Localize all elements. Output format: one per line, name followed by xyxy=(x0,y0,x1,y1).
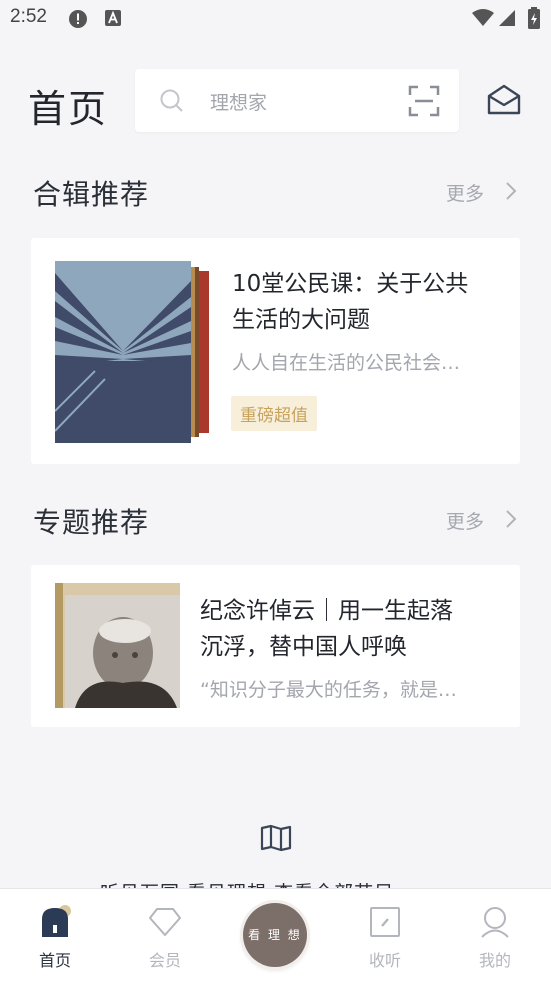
scan-icon[interactable] xyxy=(408,85,440,121)
center-play-button[interactable]: 看 理 想 xyxy=(243,903,307,967)
tab-home-label: 首页 xyxy=(38,951,71,970)
tab-home[interactable]: 首页 xyxy=(15,889,95,982)
battery-icon xyxy=(527,7,541,33)
search-input[interactable]: 理想家 xyxy=(210,88,267,115)
profile-icon xyxy=(480,906,510,942)
tab-listen[interactable]: 收听 xyxy=(345,889,425,982)
page-title: 首页 xyxy=(28,87,109,131)
topic-section-title: 专题推荐 xyxy=(33,506,150,539)
chevron-right-icon[interactable] xyxy=(505,181,517,205)
diamond-icon xyxy=(148,907,182,941)
search-icon xyxy=(159,88,185,118)
topic-cover-image xyxy=(55,583,180,708)
collection-more-link[interactable]: 更多 xyxy=(446,179,484,206)
alert-icon xyxy=(68,9,88,33)
tab-profile-label: 我的 xyxy=(478,951,511,970)
center-button-label: 看 理 想 xyxy=(248,928,302,942)
collection-card-subtitle: 人人自在生活的公民社会… xyxy=(232,352,461,374)
status-time: 2:52 xyxy=(10,6,47,27)
search-bar[interactable]: 理想家 xyxy=(135,69,459,132)
topic-card-title-line2: 沉浮，替中国人呼唤 xyxy=(200,634,407,660)
collection-section-title: 合辑推荐 xyxy=(33,178,150,211)
chevron-right-icon[interactable] xyxy=(505,509,517,533)
collection-card[interactable]: 10堂公民课：关于公共 生活的大问题 人人自在生活的公民社会… 重磅超值 xyxy=(31,238,520,464)
topic-card-title-line1: 纪念许倬云｜用一生起落 xyxy=(200,598,453,624)
topic-card-subtitle: “知识分子最大的任务，就是… xyxy=(200,679,457,701)
home-icon xyxy=(40,905,74,943)
tab-listen-label: 收听 xyxy=(368,951,401,970)
font-a-icon xyxy=(104,9,122,31)
tab-member[interactable]: 会员 xyxy=(125,889,205,982)
topic-more-link[interactable]: 更多 xyxy=(446,507,484,534)
topic-card[interactable]: 纪念许倬云｜用一生起落 沉浮，替中国人呼唤 “知识分子最大的任务，就是… xyxy=(31,565,520,727)
bottom-tab-bar: 首页 会员 看 理 想 收听 我的 xyxy=(0,888,551,982)
mail-icon[interactable] xyxy=(487,84,521,120)
collection-card-title-line1: 10堂公民课：关于公共 xyxy=(232,271,469,297)
listen-icon xyxy=(370,907,400,941)
value-badge: 重磅超值 xyxy=(231,396,317,431)
map-icon[interactable] xyxy=(260,824,292,856)
wifi-icon xyxy=(472,9,494,31)
tab-member-label: 会员 xyxy=(148,951,181,970)
tab-profile[interactable]: 我的 xyxy=(455,889,535,982)
collection-cover-image xyxy=(54,261,211,443)
status-bar: 2:52 xyxy=(0,0,551,38)
cell-signal-icon xyxy=(498,9,516,31)
collection-card-title-line2: 生活的大问题 xyxy=(232,307,370,333)
